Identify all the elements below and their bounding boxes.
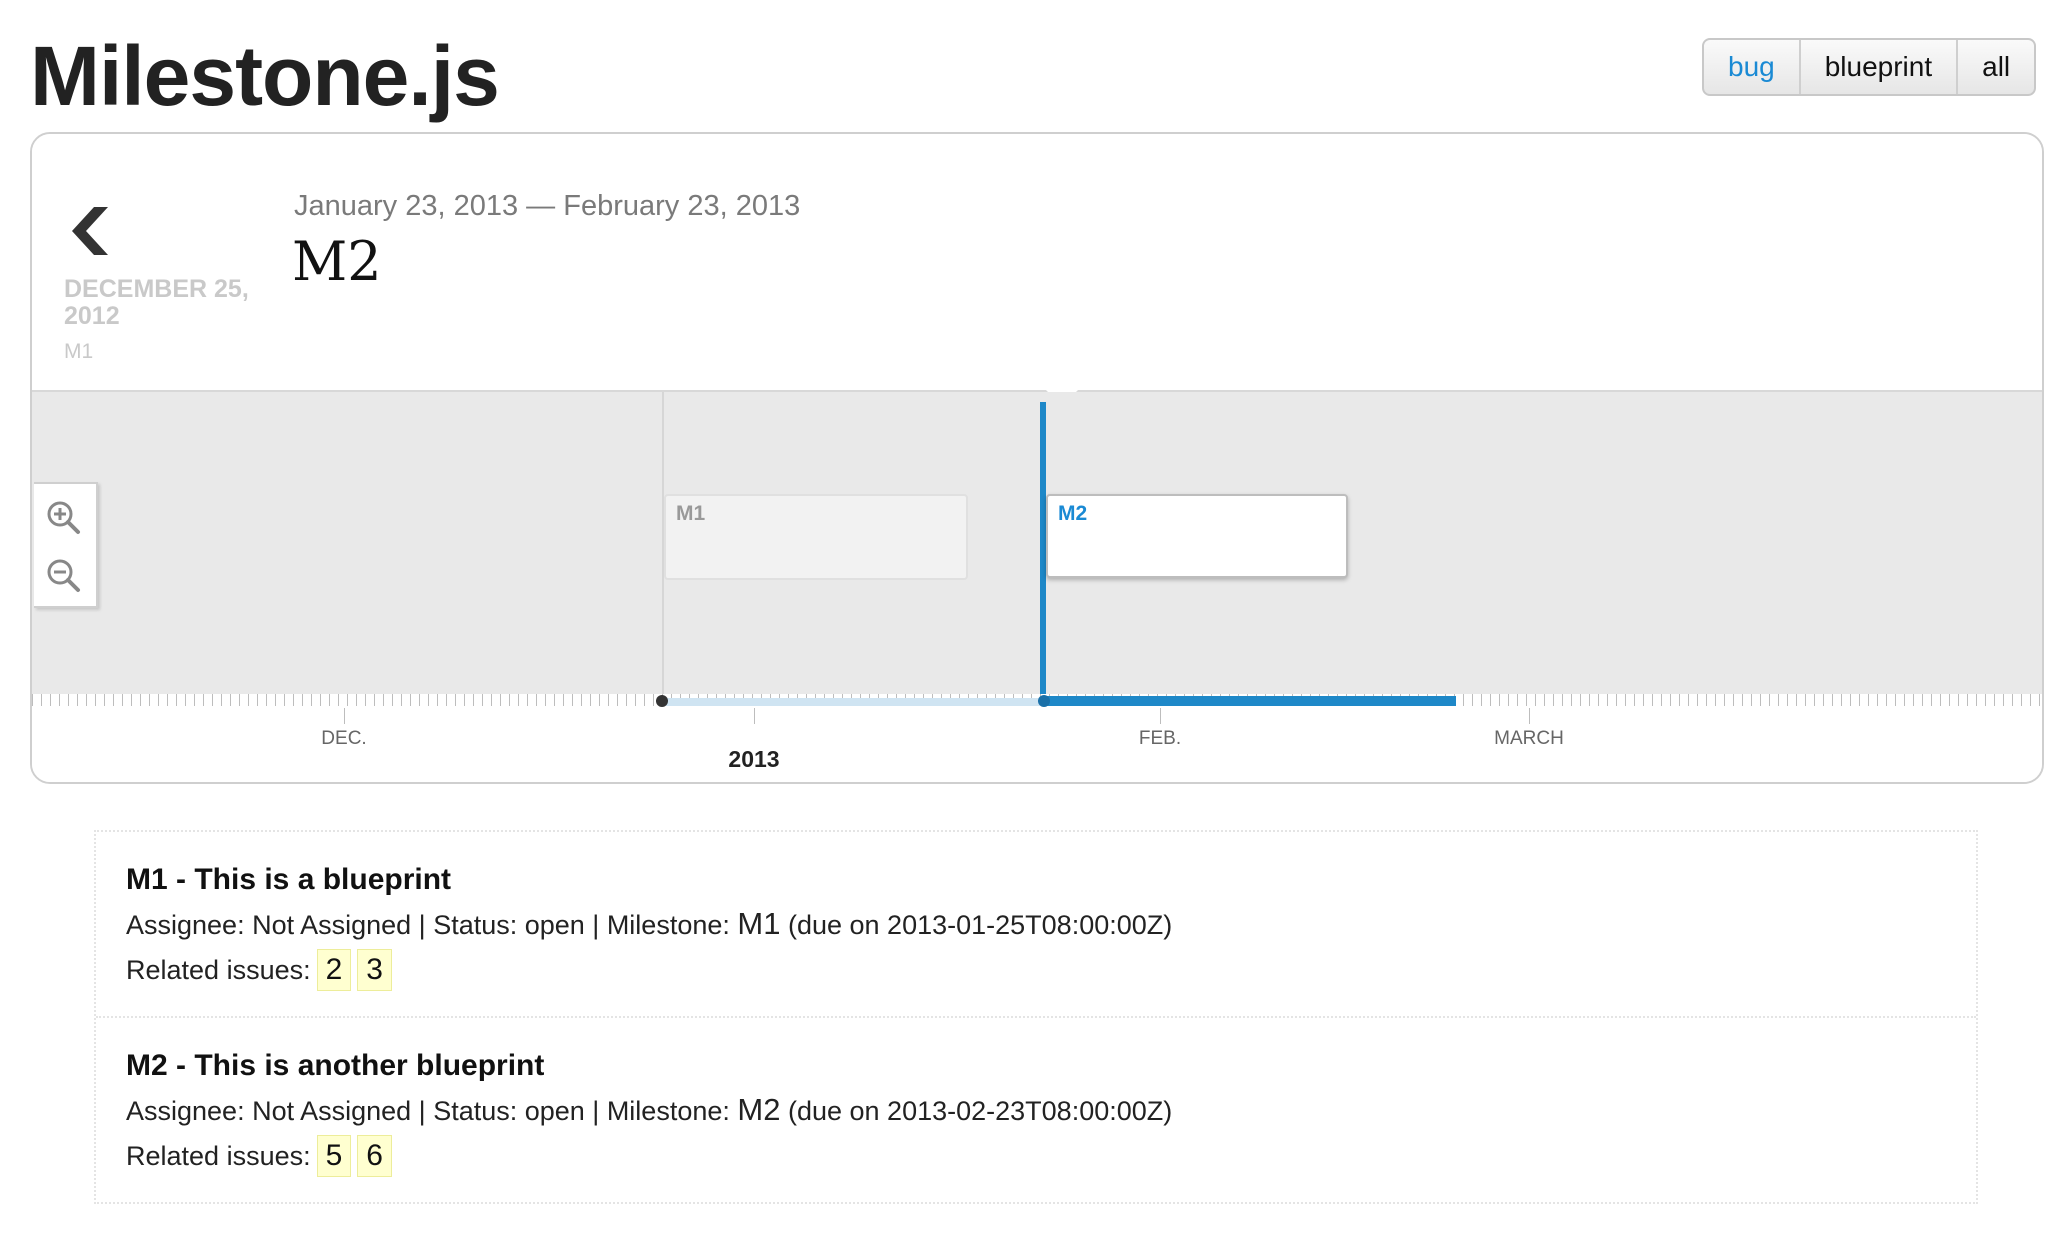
axis-month-label: DEC. [321,728,367,749]
issue-due: (due on 2013-01-25T08:00:00Z) [787,910,1173,940]
list-item: M1 - This is a blueprint Assignee: Not A… [96,832,1976,1016]
milestone-header: DECEMBER 25, 2012 M1 January 23, 2013 — … [32,134,2042,406]
issue-milestone: M1 [737,906,781,941]
related-issue-badge[interactable]: 6 [357,1135,392,1177]
related-issue-badge[interactable]: 2 [316,949,352,991]
issue-meta-text: Assignee: Not Assigned | Status: open | … [126,910,730,940]
related-label: Related issues: [126,1141,311,1171]
axis-major-tick [1529,708,1530,724]
zoom-out-button[interactable] [44,556,84,596]
related-issue-badge[interactable]: 5 [316,1135,352,1177]
issue-related: Related issues: 5 6 [126,1135,1976,1177]
issue-due: (due on 2013-02-23T08:00:00Z) [787,1096,1173,1126]
list-item: M2 - This is another blueprint Assignee:… [96,1016,1976,1202]
m1-start-marker [656,695,668,707]
timeline-track[interactable]: M1 M2 [32,392,2042,694]
m2-start-marker [1038,695,1050,707]
current-milestone-name: M2 [292,230,382,293]
related-issue-badge[interactable]: 3 [357,949,392,991]
issue-meta: Assignee: Not Assigned | Status: open | … [126,906,1976,943]
filter-button-group: bug blueprint all [1702,38,2037,96]
time-axis: DEC. 2013 FEB. MARCH [32,694,2042,782]
issue-milestone: M2 [737,1092,781,1127]
axis-major-tick [344,708,345,724]
m2-range-bar [1042,696,1456,706]
zoom-in-icon [47,501,80,534]
timeline-card: DECEMBER 25, 2012 M1 January 23, 2013 — … [30,132,2044,784]
issue-meta-text: Assignee: Not Assigned | Status: open | … [126,1096,730,1126]
issue-title[interactable]: M2 - This is another blueprint [126,1048,1976,1084]
milestone-m2-label: M2 [1058,502,1088,525]
zoom-out-icon [47,559,80,592]
milestone-m1-flag[interactable]: M1 [664,494,968,580]
issue-related: Related issues: 2 3 [126,949,1976,991]
current-milestone-range: January 23, 2013 — February 23, 2013 [294,190,801,222]
issue-meta: Assignee: Not Assigned | Status: open | … [126,1092,1976,1129]
zoom-controls [34,482,98,608]
chevron-left-icon [72,207,108,255]
previous-milestone-button[interactable] [60,196,120,266]
issue-list: M1 - This is a blueprint Assignee: Not A… [94,830,1978,1204]
m1-range-bar [662,698,1042,706]
related-label: Related issues: [126,955,311,985]
filter-blueprint-button[interactable]: blueprint [1801,40,1959,94]
app-title: Milestone.js [30,29,500,123]
issue-title[interactable]: M1 - This is a blueprint [126,862,1976,898]
zoom-in-button[interactable] [44,498,84,538]
filter-all-button[interactable]: all [1958,40,2034,94]
milestone-m2-flag[interactable]: M2 [1046,494,1348,578]
axis-month-label: MARCH [1494,728,1564,749]
filter-bug-button[interactable]: bug [1704,40,1801,94]
axis-month-label: FEB. [1138,728,1182,749]
axis-major-tick [1160,708,1161,724]
previous-milestone-date[interactable]: DECEMBER 25, 2012 [64,276,264,330]
axis-major-tick [754,708,755,724]
axis-year-label: 2013 [728,746,780,772]
milestone-m1-label: M1 [676,502,706,525]
previous-milestone-name[interactable]: M1 [64,340,93,364]
